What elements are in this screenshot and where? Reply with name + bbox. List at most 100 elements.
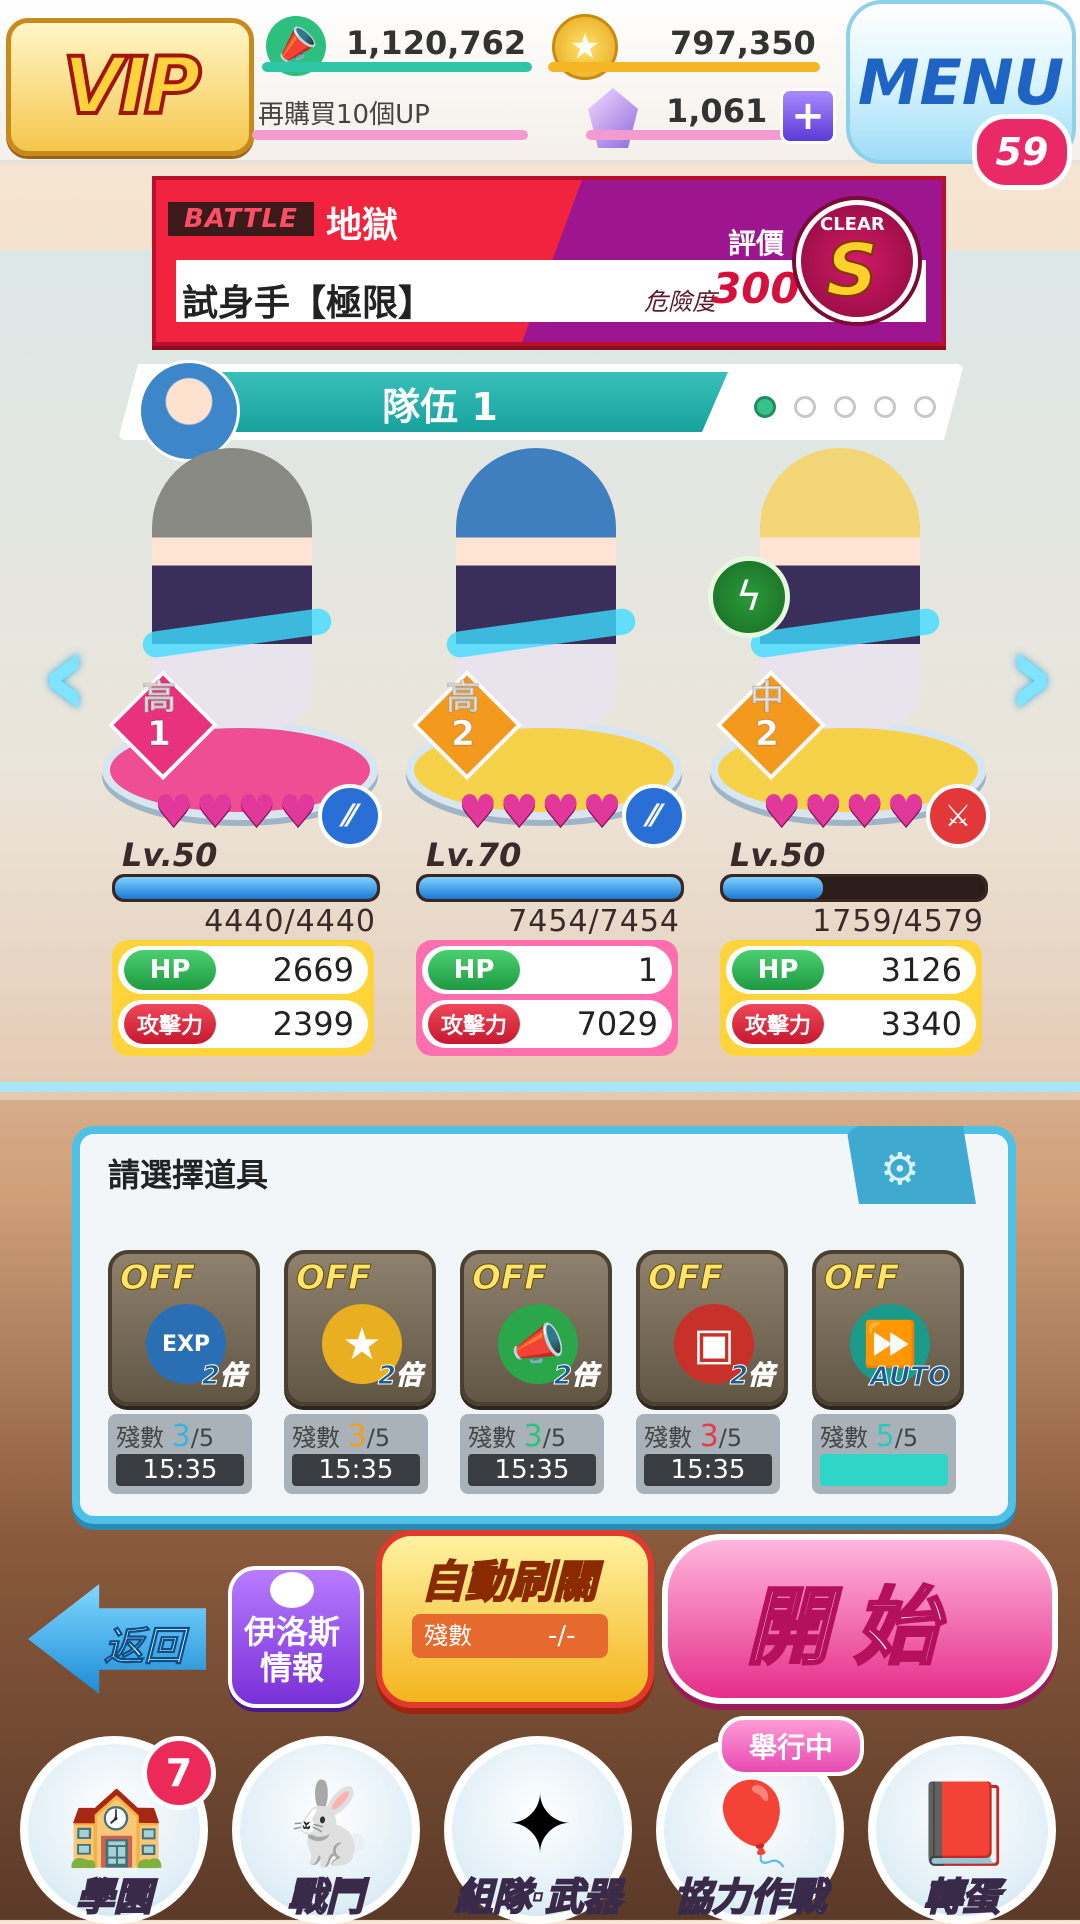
item-toggle-button[interactable]: OFF ★ 2倍 xyxy=(284,1250,436,1406)
item-remaining-count: 殘數 3/5 xyxy=(468,1418,566,1454)
battle-difficulty: 地獄 xyxy=(326,205,399,246)
menu-badge: 59 xyxy=(972,114,1072,190)
remaining-number: 3 xyxy=(171,1419,191,1454)
nav-label: 轉蛋 xyxy=(923,1874,1001,1920)
hp-value: 2669 xyxy=(272,951,354,989)
item-toggle-button[interactable]: OFF ▣ 2倍 xyxy=(636,1250,788,1406)
item-remaining-count: 殘數 5/5 xyxy=(820,1418,918,1454)
rarity-number: 2 xyxy=(755,714,780,754)
remaining-number: 3 xyxy=(523,1419,543,1454)
hp-row: HP 2669 xyxy=(118,946,368,994)
item-toggle-button[interactable]: OFF EXP 2倍 xyxy=(108,1250,260,1406)
heart-icon: ♥ xyxy=(499,786,539,837)
heart-icon: ♥ xyxy=(803,786,843,837)
nav-icon: 📕 xyxy=(914,1777,1014,1870)
nav-label: 組隊·武器 xyxy=(454,1874,622,1920)
item-status: OFF xyxy=(295,1258,372,1299)
heart-icon: ♥ xyxy=(154,786,194,837)
coins-bar xyxy=(548,62,820,72)
hp-value: 1 xyxy=(637,951,658,989)
item-remaining: 殘數 3/5 15:35 xyxy=(108,1414,252,1494)
team-page-dot[interactable] xyxy=(754,396,776,418)
remaining-label: 殘數 xyxy=(292,1424,340,1452)
stage-divider xyxy=(0,1082,1080,1092)
remaining-label: 殘數 xyxy=(644,1424,692,1452)
exp-text: 7454/7454 xyxy=(508,904,680,939)
attack-label: 攻擊力 xyxy=(428,1004,520,1044)
item-remaining-count: 殘數 3/5 xyxy=(644,1418,742,1454)
team-page-dot[interactable] xyxy=(834,396,856,418)
next-team-button[interactable]: › xyxy=(1002,606,1060,745)
remaining-number: 3 xyxy=(699,1419,719,1454)
heart-icon: ♥ xyxy=(540,786,581,837)
stage-name: 試身手【極限】 xyxy=(182,283,435,324)
attack-value: 3340 xyxy=(880,1005,962,1043)
gems-value: 1,061 xyxy=(666,92,768,130)
item-timer: 15:35 xyxy=(292,1454,420,1486)
attack-value: 2399 xyxy=(272,1005,354,1043)
remaining-max: /5 xyxy=(366,1424,391,1452)
affection-hearts: ♥ ♥ ♥ ♥ xyxy=(154,790,318,834)
affection-hearts: ♥ ♥ ♥ ♥ xyxy=(458,790,622,834)
nav-label: 協力作戰 xyxy=(673,1874,827,1920)
remaining-max: /5 xyxy=(542,1424,567,1452)
hp-label: HP xyxy=(124,950,216,990)
remaining-label: 殘數 xyxy=(116,1424,164,1452)
item-timer: 15:35 xyxy=(116,1454,244,1486)
repurchase-bar xyxy=(252,130,528,140)
gun-icon: ⁄⁄ xyxy=(318,784,382,848)
character-level: Lv.50 xyxy=(730,836,826,874)
heart-icon: ♥ xyxy=(582,786,622,837)
vip-button[interactable]: VIP xyxy=(6,18,254,156)
hp-label: HP xyxy=(428,950,520,990)
attack-label: 攻擊力 xyxy=(124,1004,216,1044)
nav-icon: 🐇 xyxy=(278,1777,378,1870)
item-panel-title: 請選擇道具 xyxy=(108,1156,269,1194)
character-level: Lv.70 xyxy=(426,836,522,874)
prev-team-button[interactable]: ‹ xyxy=(36,606,94,745)
team-page-dot[interactable] xyxy=(914,396,936,418)
item-timer xyxy=(820,1454,948,1486)
academy-badge: 7 xyxy=(142,1736,216,1810)
rarity-number: 2 xyxy=(451,714,476,754)
hp-row: HP 1 xyxy=(422,946,672,994)
item-timer: 15:35 xyxy=(644,1454,772,1486)
clear-rank-letter: S xyxy=(825,227,879,313)
team-leader-avatar xyxy=(138,360,240,462)
attack-row: 攻擊力 7029 xyxy=(422,1000,672,1048)
rarity-class: 中 xyxy=(750,678,785,718)
item-multiplier: 2倍 xyxy=(729,1361,774,1392)
repurchase-text: 再購買10個UP xyxy=(258,100,430,130)
item-toggle-button[interactable]: OFF 📣 2倍 xyxy=(460,1250,612,1406)
exp-bar-fill xyxy=(115,877,377,899)
item-remaining: 殘數 5/5 xyxy=(812,1414,956,1494)
heart-icon: ♥ xyxy=(236,786,277,837)
remaining-max: /5 xyxy=(718,1424,743,1452)
team-page-dot[interactable] xyxy=(874,396,896,418)
item-multiplier: AUTO xyxy=(870,1362,951,1393)
lightning-skill-icon[interactable]: ϟ xyxy=(708,556,790,638)
heart-icon: ♥ xyxy=(762,786,802,837)
add-gems-button[interactable]: + xyxy=(780,88,836,144)
cheers-value: 1,120,762 xyxy=(346,24,527,62)
sword-icon: ⚔ xyxy=(926,784,990,848)
cheers-bar xyxy=(262,62,532,72)
team-page-dot[interactable] xyxy=(794,396,816,418)
info-label: 伊洛斯 情報 xyxy=(243,1613,340,1687)
start-label: 開始 xyxy=(744,1577,962,1678)
heart-icon: ♥ xyxy=(844,786,885,837)
hp-label: HP xyxy=(732,950,824,990)
coins-value: 797,350 xyxy=(670,24,816,62)
item-remaining: 殘數 3/5 15:35 xyxy=(636,1414,780,1494)
gems-bar xyxy=(586,130,786,140)
team-name: 隊伍 1 xyxy=(382,385,498,429)
remaining-label: 殘數 xyxy=(468,1424,516,1452)
auto-clear-label: 自動刷關 xyxy=(420,1556,598,1609)
item-status: OFF xyxy=(471,1258,548,1299)
nav-icon: ✦ xyxy=(506,1777,574,1871)
attack-row: 攻擊力 3340 xyxy=(726,1000,976,1048)
character-level: Lv.50 xyxy=(122,836,218,874)
menu-label: MENU xyxy=(857,45,1065,119)
gear-icon[interactable]: ⚙ xyxy=(880,1144,919,1195)
item-toggle-button[interactable]: OFF ⏩ AUTO xyxy=(812,1250,964,1406)
